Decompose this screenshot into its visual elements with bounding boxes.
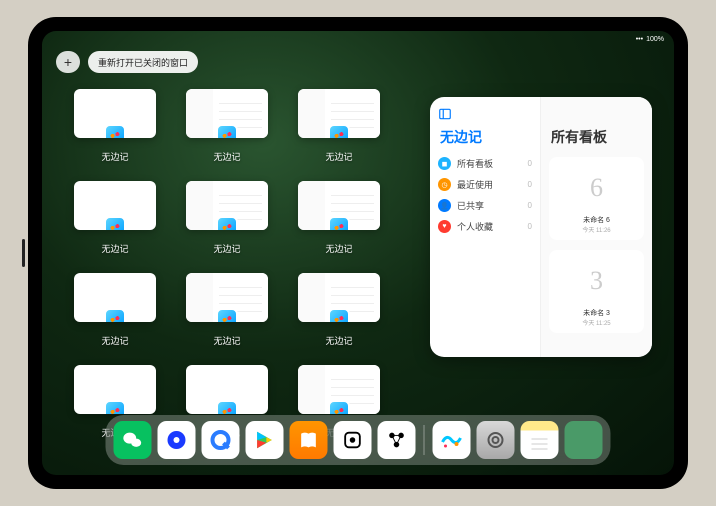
category-item-recent[interactable]: ◷ 最近使用 0 bbox=[438, 178, 532, 191]
battery-text: 100% bbox=[646, 36, 664, 43]
window-label: 无边记 bbox=[325, 150, 352, 163]
window-tile[interactable]: 无边记 bbox=[186, 181, 268, 255]
category-item-fav[interactable]: ♥ 个人收藏 0 bbox=[438, 220, 532, 233]
window-tile[interactable]: 无边记 bbox=[74, 181, 156, 255]
freeform-app-icon bbox=[328, 216, 350, 230]
board-date: 今天 11:26 bbox=[555, 225, 638, 234]
category-label: 个人收藏 bbox=[457, 220, 493, 233]
panel-sidebar: 无边记 ◼ 所有看板 0 ◷ 最近使用 0 👤 已共享 bbox=[430, 97, 541, 357]
freeform-app-icon bbox=[328, 124, 350, 138]
window-tile[interactable]: 无边记 bbox=[298, 89, 380, 163]
window-label: 无边记 bbox=[213, 334, 240, 347]
category-count: 0 bbox=[528, 180, 532, 189]
category-label: 最近使用 bbox=[457, 178, 493, 191]
dock-app-freeform[interactable] bbox=[433, 421, 471, 459]
freeform-app-icon bbox=[104, 400, 126, 414]
dock-app-connect[interactable] bbox=[378, 421, 416, 459]
board-name: 未命名 6 bbox=[555, 215, 638, 225]
book-icon bbox=[298, 429, 320, 451]
dock-app-wechat[interactable] bbox=[114, 421, 152, 459]
freeform-app-icon bbox=[328, 400, 350, 414]
freeform-app-icon bbox=[104, 124, 126, 138]
board-card[interactable]: 6 未命名 6 今天 11:26 bbox=[549, 157, 644, 240]
ipad-frame: ••• 100% + 重新打开已关闭的窗口 无边记 无边记 无边记 bbox=[28, 17, 688, 489]
dock-app-library[interactable] bbox=[565, 421, 603, 459]
wifi-icon: ••• bbox=[636, 36, 643, 43]
dock-app-browser[interactable] bbox=[202, 421, 240, 459]
window-label: 无边记 bbox=[325, 242, 352, 255]
reopen-closed-window-button[interactable]: 重新打开已关闭的窗口 bbox=[88, 51, 198, 73]
panel-toolbar bbox=[438, 105, 532, 123]
board-thumb: 6 bbox=[555, 163, 638, 213]
dock bbox=[106, 415, 611, 465]
window-label: 无边记 bbox=[213, 150, 240, 163]
category-label: 已共享 bbox=[457, 199, 484, 212]
freeform-app-icon bbox=[104, 216, 126, 230]
category-item-all[interactable]: ◼ 所有看板 0 bbox=[438, 157, 532, 170]
all-boards-icon: ◼ bbox=[438, 157, 451, 170]
board-card[interactable]: 3 未命名 3 今天 11:25 bbox=[549, 250, 644, 333]
category-count: 0 bbox=[528, 201, 532, 210]
freeform-app-icon bbox=[216, 124, 238, 138]
recent-icon: ◷ bbox=[438, 178, 451, 191]
board-thumb: 3 bbox=[555, 256, 638, 306]
heart-icon: ♥ bbox=[438, 220, 451, 233]
category-label: 所有看板 bbox=[457, 157, 493, 170]
freeform-app-icon bbox=[216, 216, 238, 230]
q-icon bbox=[209, 428, 233, 452]
dock-app-books[interactable] bbox=[290, 421, 328, 459]
window-label: 无边记 bbox=[101, 150, 128, 163]
gear-icon bbox=[484, 428, 508, 452]
dock-separator bbox=[424, 425, 425, 455]
panel-left-title: 无边记 bbox=[440, 127, 532, 147]
dock-app-notes[interactable] bbox=[521, 421, 559, 459]
freeform-app-icon bbox=[216, 400, 238, 414]
screen: ••• 100% + 重新打开已关闭的窗口 无边记 无边记 无边记 bbox=[42, 31, 674, 475]
category-count: 0 bbox=[528, 159, 532, 168]
window-tile[interactable]: 无边记 bbox=[298, 181, 380, 255]
board-name: 未命名 3 bbox=[555, 308, 638, 318]
category-list: ◼ 所有看板 0 ◷ 最近使用 0 👤 已共享 0 bbox=[438, 157, 532, 233]
dock-app-settings[interactable] bbox=[477, 421, 515, 459]
window-tile[interactable]: 无边记 bbox=[74, 273, 156, 347]
side-button bbox=[22, 239, 25, 267]
sidebar-icon[interactable] bbox=[438, 107, 452, 121]
add-window-button[interactable]: + bbox=[56, 51, 80, 73]
dock-app-quark[interactable] bbox=[158, 421, 196, 459]
window-label: 无边记 bbox=[101, 334, 128, 347]
window-label: 无边记 bbox=[325, 334, 352, 347]
window-tile[interactable]: 无边记 bbox=[298, 273, 380, 347]
notes-icon bbox=[530, 437, 550, 451]
nodes-icon bbox=[386, 429, 408, 451]
board-date: 今天 11:25 bbox=[555, 318, 638, 327]
status-bar: ••• 100% bbox=[42, 31, 674, 45]
wechat-icon bbox=[122, 429, 144, 451]
freeform-app-icon bbox=[216, 308, 238, 322]
dock-app-dice[interactable] bbox=[334, 421, 372, 459]
window-label: 无边记 bbox=[101, 242, 128, 255]
window-tile[interactable]: 无边记 bbox=[74, 89, 156, 163]
shared-icon: 👤 bbox=[438, 199, 451, 212]
panel-content: 所有看板 6 未命名 6 今天 11:26 3 未命名 3 今天 11:25 bbox=[541, 97, 652, 357]
window-tile[interactable]: 无边记 bbox=[186, 89, 268, 163]
slide-over-panel[interactable]: ••• 无边记 ◼ 所有看板 0 ◷ 最近使用 0 bbox=[430, 97, 652, 357]
top-controls: + 重新打开已关闭的窗口 bbox=[56, 51, 198, 73]
app-expose-grid: 无边记 无边记 无边记 无边记 无边记 无边记 bbox=[74, 89, 380, 439]
category-item-shared[interactable]: 👤 已共享 0 bbox=[438, 199, 532, 212]
play-icon bbox=[254, 429, 276, 451]
dice-icon bbox=[342, 429, 364, 451]
dock-app-play[interactable] bbox=[246, 421, 284, 459]
freeform-app-icon bbox=[328, 308, 350, 322]
window-label: 无边记 bbox=[213, 242, 240, 255]
freeform-app-icon bbox=[104, 308, 126, 322]
circle-icon bbox=[165, 428, 189, 452]
category-count: 0 bbox=[528, 222, 532, 231]
freeform-icon bbox=[440, 428, 464, 452]
panel-right-title: 所有看板 bbox=[551, 127, 644, 147]
window-tile[interactable]: 无边记 bbox=[186, 273, 268, 347]
